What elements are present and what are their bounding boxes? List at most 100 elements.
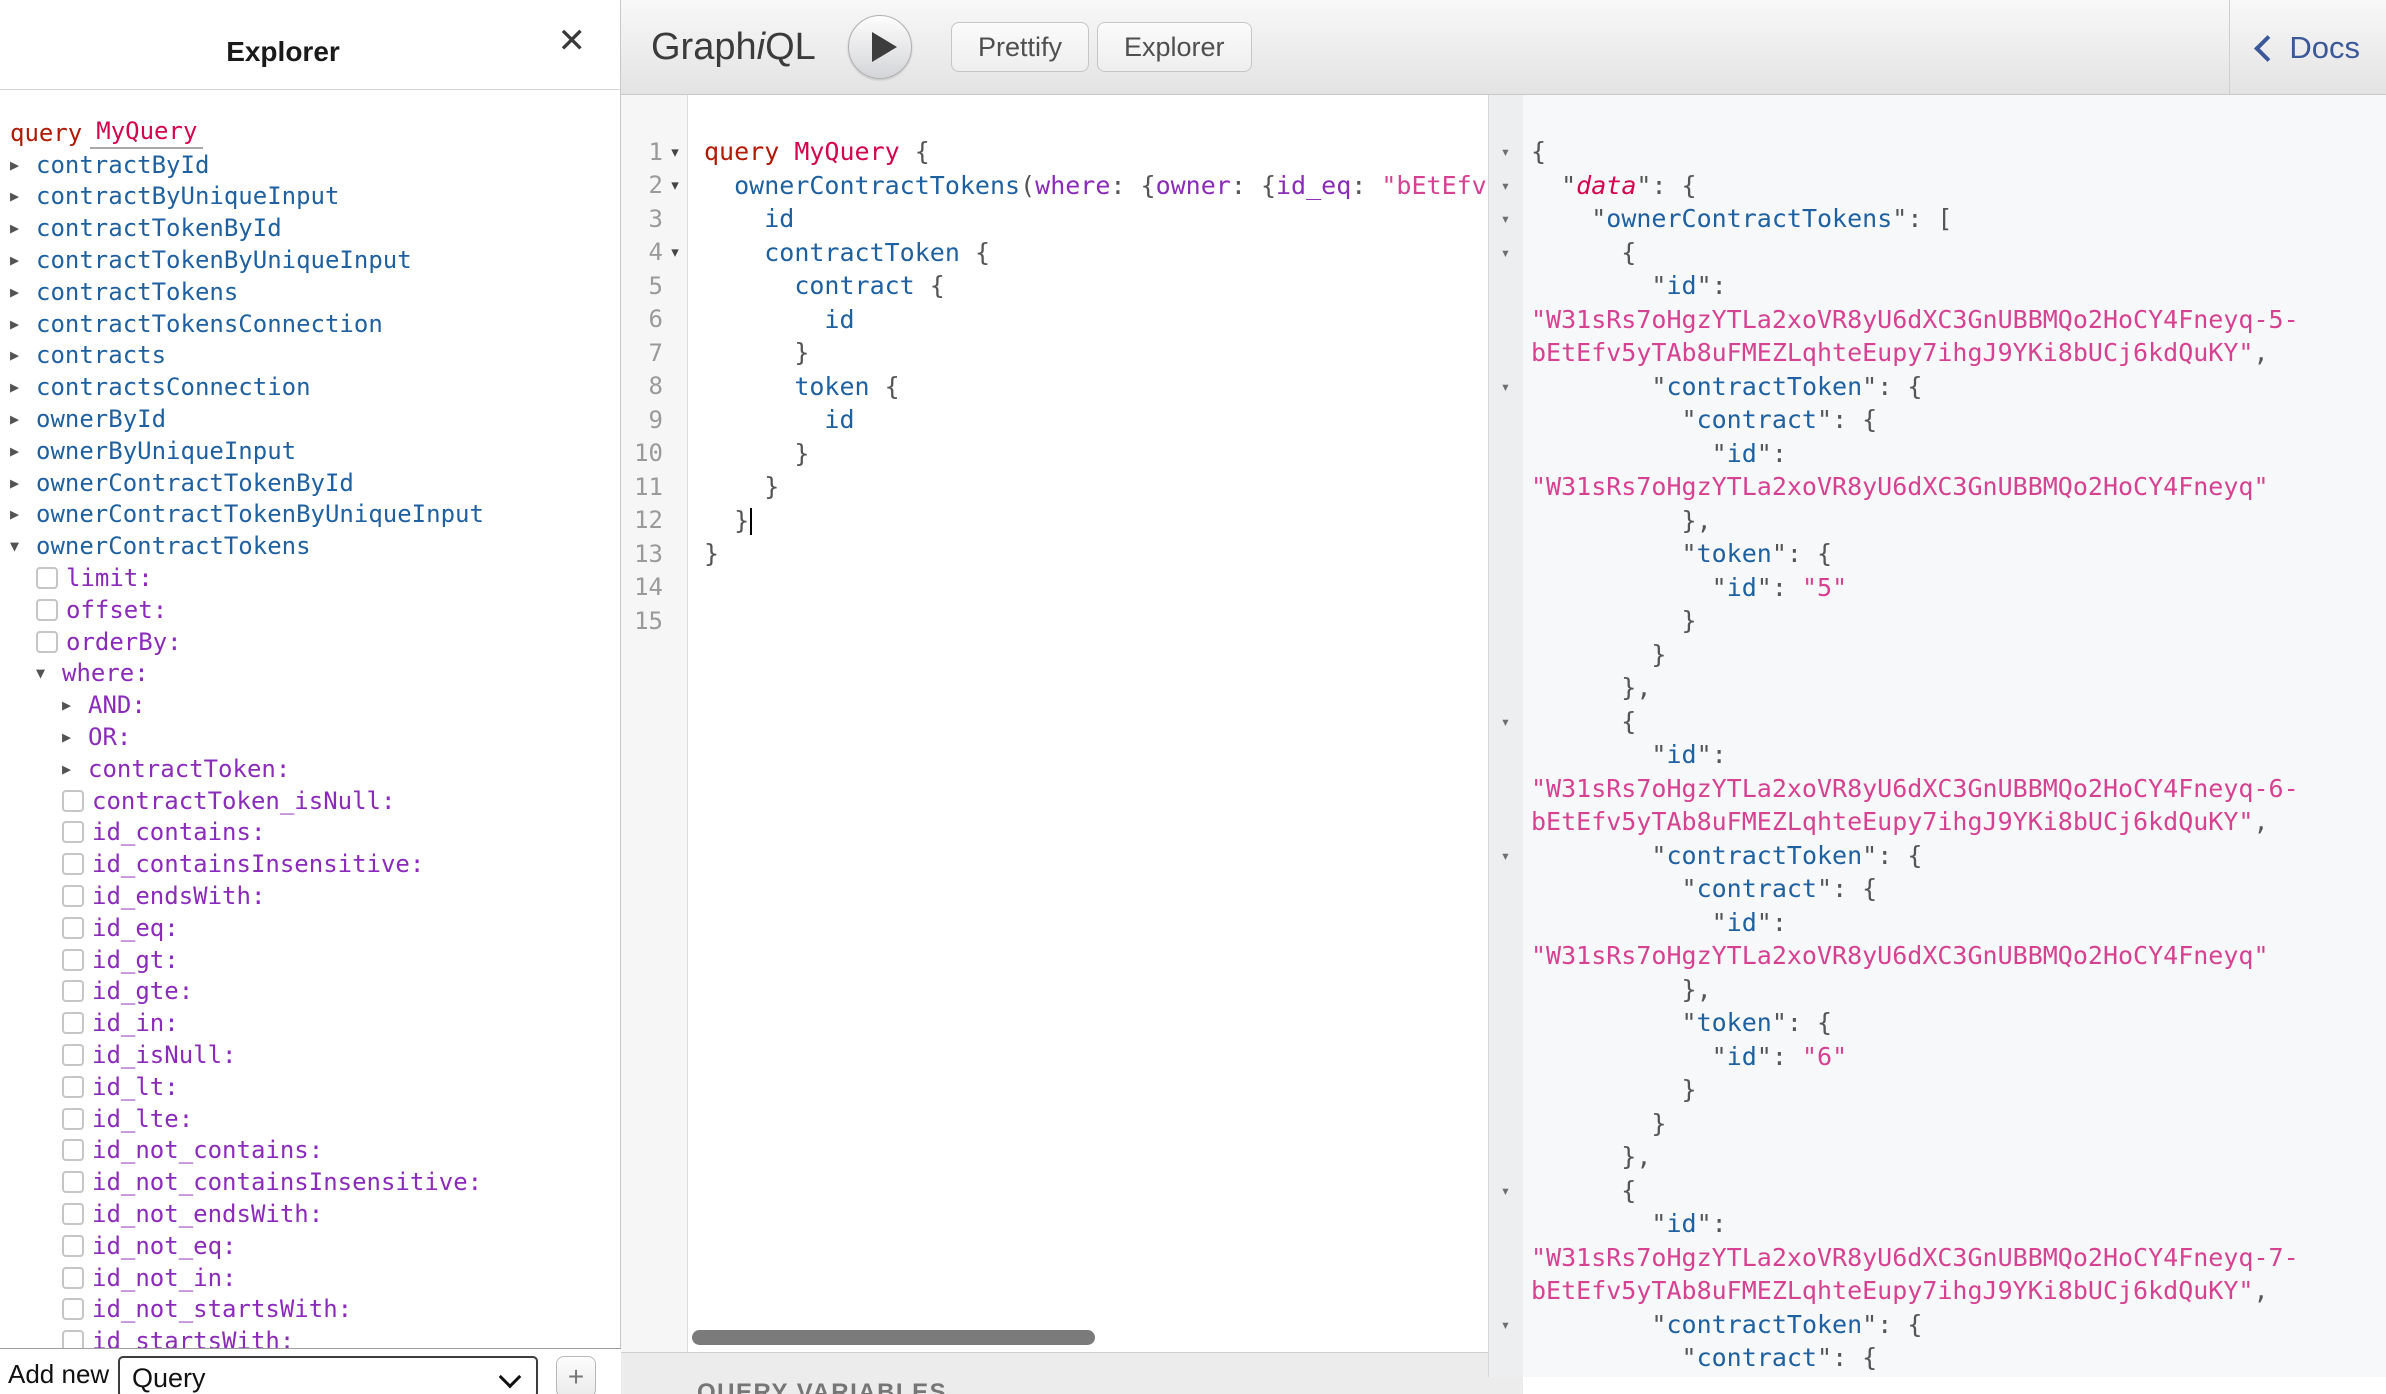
arrow-collapsed-icon[interactable]: ▶ bbox=[10, 156, 36, 174]
explorer-row-orderBy[interactable]: orderBy: bbox=[10, 626, 620, 658]
explorer-row-id_eq[interactable]: id_eq: bbox=[10, 912, 620, 944]
checkbox-icon[interactable] bbox=[62, 1012, 84, 1034]
checkbox-icon[interactable] bbox=[62, 1298, 84, 1320]
explorer-row-limit[interactable]: limit: bbox=[10, 562, 620, 594]
explorer-row-id_contains[interactable]: id_contains: bbox=[10, 817, 620, 849]
fold-icon[interactable]: ▾ bbox=[663, 143, 687, 161]
checkbox-icon[interactable] bbox=[62, 1076, 84, 1098]
explorer-row-id_gt[interactable]: id_gt: bbox=[10, 944, 620, 976]
arrow-collapsed-icon[interactable]: ▶ bbox=[10, 251, 36, 269]
explorer-row-contractToken[interactable]: ▶contractToken: bbox=[10, 753, 620, 785]
explorer-row-contractByUniqueInput[interactable]: ▶contractByUniqueInput bbox=[10, 181, 620, 213]
checkbox-icon[interactable] bbox=[62, 1044, 84, 1066]
explorer-row-ownerById[interactable]: ▶ownerById bbox=[10, 403, 620, 435]
explorer-row-id_not_in[interactable]: id_not_in: bbox=[10, 1262, 620, 1294]
add-new-type-select[interactable]: Query bbox=[118, 1356, 538, 1394]
checkbox-icon[interactable] bbox=[62, 980, 84, 1002]
explorer-toggle-button[interactable]: Explorer bbox=[1097, 22, 1252, 72]
arrow-collapsed-icon[interactable]: ▶ bbox=[62, 728, 88, 746]
explorer-row-contractTokensConnection[interactable]: ▶contractTokensConnection bbox=[10, 308, 620, 340]
checkbox-icon[interactable] bbox=[62, 917, 84, 939]
arrow-collapsed-icon[interactable]: ▶ bbox=[10, 410, 36, 428]
checkbox-icon[interactable] bbox=[62, 1267, 84, 1289]
arrow-collapsed-icon[interactable]: ▶ bbox=[10, 187, 36, 205]
arrow-expanded-icon[interactable]: ▼ bbox=[10, 537, 36, 555]
explorer-row-id_in[interactable]: id_in: bbox=[10, 1007, 620, 1039]
explorer-row-id_endsWith[interactable]: id_endsWith: bbox=[10, 880, 620, 912]
fold-icon[interactable]: ▾ bbox=[1488, 839, 1523, 873]
explorer-row-id_lt[interactable]: id_lt: bbox=[10, 1071, 620, 1103]
explorer-row-id_gte[interactable]: id_gte: bbox=[10, 976, 620, 1008]
explorer-row-contractTokens[interactable]: ▶contractTokens bbox=[10, 276, 620, 308]
explorer-row-id_startsWith[interactable]: id_startsWith: bbox=[10, 1325, 620, 1348]
explorer-row-ownerContractTokenById[interactable]: ▶ownerContractTokenById bbox=[10, 467, 620, 499]
explorer-row-id_containsInsensitive[interactable]: id_containsInsensitive: bbox=[10, 848, 620, 880]
explorer-row-contractTokenById[interactable]: ▶contractTokenById bbox=[10, 212, 620, 244]
arrow-collapsed-icon[interactable]: ▶ bbox=[10, 315, 36, 333]
query-name-input[interactable]: MyQuery bbox=[90, 117, 203, 149]
explorer-row-id_not_containsInsensitive[interactable]: id_not_containsInsensitive: bbox=[10, 1166, 620, 1198]
editor-code-area[interactable]: query MyQuery { ownerContractTokens(wher… bbox=[689, 95, 1488, 1352]
explorer-row-id_not_contains[interactable]: id_not_contains: bbox=[10, 1135, 620, 1167]
checkbox-icon[interactable] bbox=[62, 1108, 84, 1130]
close-icon[interactable]: ✕ bbox=[558, 24, 587, 58]
arrow-collapsed-icon[interactable]: ▶ bbox=[10, 474, 36, 492]
checkbox-icon[interactable] bbox=[36, 631, 58, 653]
horizontal-scrollbar[interactable] bbox=[692, 1330, 1095, 1345]
explorer-row-id_not_endsWith[interactable]: id_not_endsWith: bbox=[10, 1198, 620, 1230]
explorer-row-id_lte[interactable]: id_lte: bbox=[10, 1103, 620, 1135]
explorer-row-contractTokenByUniqueInput[interactable]: ▶contractTokenByUniqueInput bbox=[10, 244, 620, 276]
arrow-collapsed-icon[interactable]: ▶ bbox=[10, 283, 36, 301]
prettify-button[interactable]: Prettify bbox=[951, 22, 1089, 72]
fold-icon[interactable]: ▾ bbox=[1488, 1308, 1523, 1342]
explorer-row-ownerContractTokenByUniqueInput[interactable]: ▶ownerContractTokenByUniqueInput bbox=[10, 499, 620, 531]
checkbox-icon[interactable] bbox=[36, 567, 58, 589]
checkbox-icon[interactable] bbox=[62, 1235, 84, 1257]
explorer-row-offset[interactable]: offset: bbox=[10, 594, 620, 626]
arrow-collapsed-icon[interactable]: ▶ bbox=[10, 442, 36, 460]
fold-icon[interactable]: ▾ bbox=[1488, 1174, 1523, 1208]
explorer-row-ownerByUniqueInput[interactable]: ▶ownerByUniqueInput bbox=[10, 435, 620, 467]
arrow-collapsed-icon[interactable]: ▶ bbox=[62, 696, 88, 714]
checkbox-icon[interactable] bbox=[62, 885, 84, 907]
checkbox-icon[interactable] bbox=[62, 853, 84, 875]
fold-icon[interactable]: ▾ bbox=[1488, 169, 1523, 203]
checkbox-icon[interactable] bbox=[62, 1139, 84, 1161]
explorer-row-id_not_eq[interactable]: id_not_eq: bbox=[10, 1230, 620, 1262]
explorer-row-contractToken_isNull[interactable]: contractToken_isNull: bbox=[10, 785, 620, 817]
checkbox-icon[interactable] bbox=[62, 949, 84, 971]
fold-icon[interactable]: ▾ bbox=[1488, 705, 1523, 739]
explorer-row-contracts[interactable]: ▶contracts bbox=[10, 340, 620, 372]
query-variables-header[interactable]: QUERY VARIABLES bbox=[621, 1352, 1523, 1394]
add-operation-button[interactable]: + bbox=[556, 1356, 596, 1394]
checkbox-icon[interactable] bbox=[62, 790, 84, 812]
explorer-row-AND[interactable]: ▶AND: bbox=[10, 689, 620, 721]
explorer-row-OR[interactable]: ▶OR: bbox=[10, 721, 620, 753]
fold-icon[interactable]: ▾ bbox=[1488, 135, 1523, 169]
fold-icon[interactable]: ▾ bbox=[1488, 202, 1523, 236]
checkbox-icon[interactable] bbox=[62, 1203, 84, 1225]
checkbox-icon[interactable] bbox=[62, 1330, 84, 1348]
arrow-collapsed-icon[interactable]: ▶ bbox=[10, 505, 36, 523]
arrow-collapsed-icon[interactable]: ▶ bbox=[62, 760, 88, 778]
explorer-row-id_isNull[interactable]: id_isNull: bbox=[10, 1039, 620, 1071]
arrow-collapsed-icon[interactable]: ▶ bbox=[10, 219, 36, 237]
fold-icon[interactable]: ▾ bbox=[1488, 370, 1523, 404]
checkbox-icon[interactable] bbox=[36, 599, 58, 621]
explorer-row-contractById[interactable]: ▶contractById bbox=[10, 149, 620, 181]
checkbox-icon[interactable] bbox=[62, 821, 84, 843]
checkbox-icon[interactable] bbox=[62, 1171, 84, 1193]
explorer-row-where[interactable]: ▼where: bbox=[10, 658, 620, 690]
arrow-collapsed-icon[interactable]: ▶ bbox=[10, 346, 36, 364]
explorer-row-ownerContractTokens[interactable]: ▼ownerContractTokens bbox=[10, 530, 620, 562]
docs-toggle-button[interactable]: Docs bbox=[2258, 30, 2360, 66]
arrow-collapsed-icon[interactable]: ▶ bbox=[10, 378, 36, 396]
fold-icon[interactable]: ▾ bbox=[663, 176, 687, 194]
fold-icon[interactable]: ▾ bbox=[663, 243, 687, 261]
fold-icon[interactable]: ▾ bbox=[1488, 236, 1523, 270]
explorer-row-id_not_startsWith[interactable]: id_not_startsWith: bbox=[10, 1293, 620, 1325]
explorer-row-contractsConnection[interactable]: ▶contractsConnection bbox=[10, 371, 620, 403]
execute-query-button[interactable] bbox=[848, 15, 912, 79]
query-editor-pane[interactable]: 1▾2▾34▾56789101112131415 query MyQuery {… bbox=[621, 95, 1488, 1352]
arrow-expanded-icon[interactable]: ▼ bbox=[36, 664, 62, 682]
